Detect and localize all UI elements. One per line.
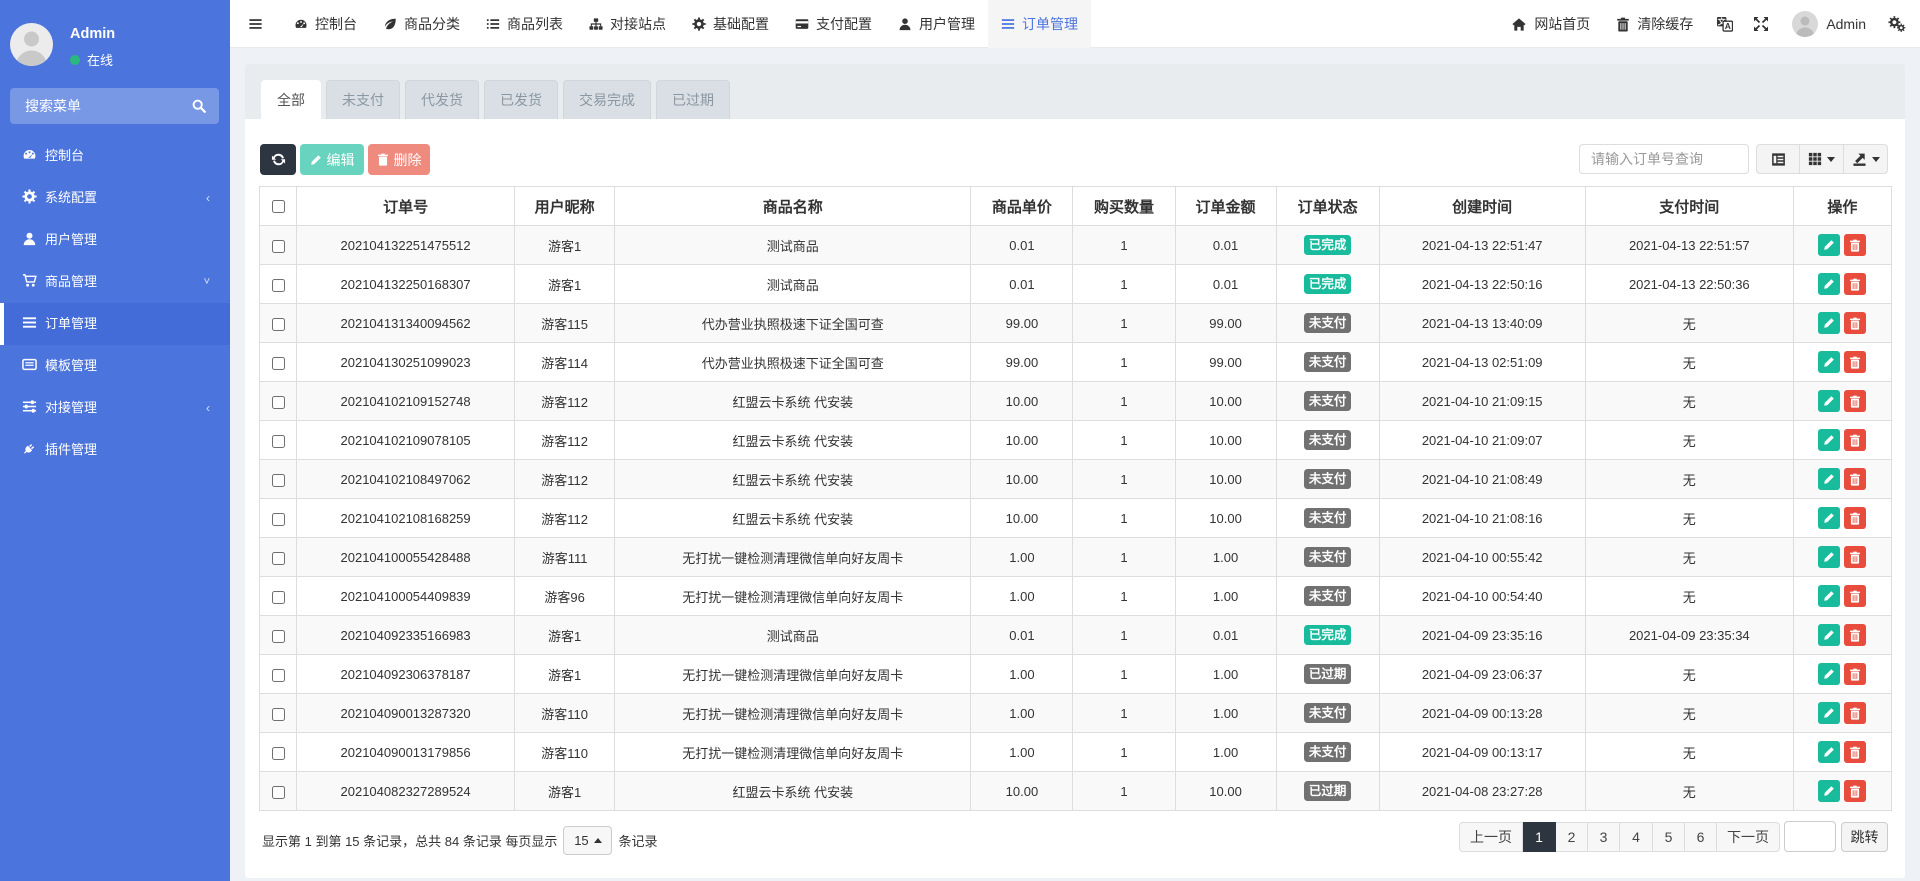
- svg-text:A: A: [1725, 21, 1731, 31]
